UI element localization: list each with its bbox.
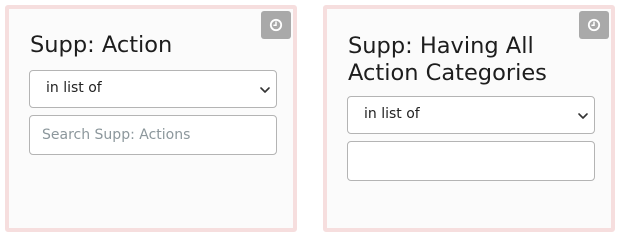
card-title: Supp: Having All Action Categories bbox=[348, 33, 547, 86]
history-button[interactable] bbox=[261, 11, 291, 39]
operator-select-value: in list of bbox=[46, 80, 102, 96]
value-input[interactable] bbox=[347, 141, 595, 181]
chevron-down-icon bbox=[578, 113, 588, 119]
operator-select-value: in list of bbox=[364, 106, 420, 122]
operator-select[interactable]: in list of bbox=[347, 96, 595, 134]
clock-icon bbox=[269, 18, 283, 32]
filter-card-supp-action-categories: Supp: Having All Action Categories in li… bbox=[323, 5, 615, 232]
search-input[interactable] bbox=[29, 115, 277, 155]
chevron-down-icon bbox=[260, 87, 270, 93]
card-title: Supp: Action bbox=[30, 32, 173, 58]
clock-icon bbox=[587, 18, 601, 32]
operator-select[interactable]: in list of bbox=[29, 70, 277, 108]
filter-card-supp-action: Supp: Action in list of bbox=[5, 5, 297, 232]
